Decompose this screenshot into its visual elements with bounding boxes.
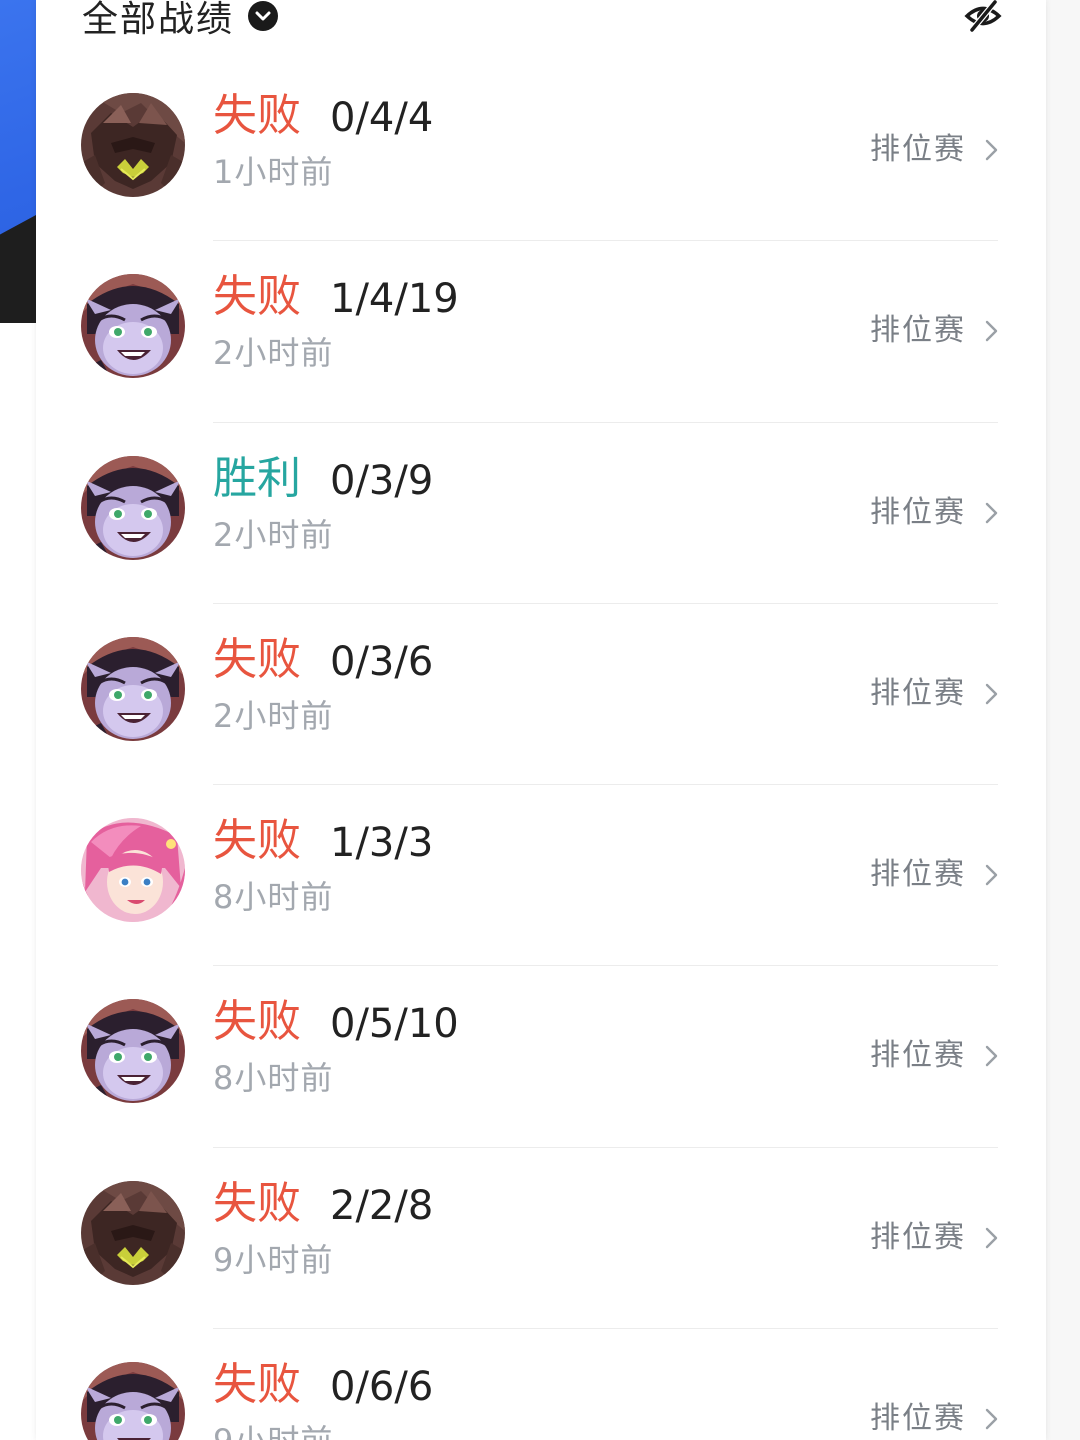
match-mode: 排位赛 [870,675,966,711]
match-row[interactable]: 失败 0/5/10 8小时前 排位赛 [36,966,1046,1148]
left-background [0,0,36,1440]
match-mode: 排位赛 [870,1219,966,1255]
match-kda: 0/3/9 [330,457,434,504]
champion-avatar-dark-helm-icon [81,93,185,197]
champion-avatar-pink-hair-icon [81,818,185,922]
match-kda: 0/6/6 [330,1364,434,1411]
match-time: 9小时前 [213,1240,334,1279]
champion-avatar-purple-yordle-icon [81,1362,185,1440]
champion-avatar-purple-yordle-icon [81,999,185,1103]
match-kda: 0/4/4 [330,95,434,141]
chevron-right-icon[interactable] [984,863,1000,887]
match-time: 9小时前 [213,1419,333,1440]
match-row[interactable]: 失败 1/3/3 8小时前 排位赛 [36,785,1046,967]
chevron-right-icon[interactable] [984,138,1000,162]
match-result: 失败 [213,633,301,685]
champion-avatar-purple-yordle-icon [81,637,185,741]
match-result: 胜利 [213,452,301,504]
match-result: 失败 [213,1177,301,1229]
match-result: 失败 [213,996,301,1048]
match-time: 8小时前 [213,878,334,917]
match-result: 失败 [213,815,301,867]
chevron-right-icon[interactable] [984,1226,1000,1250]
match-result: 失败 [213,271,301,323]
match-mode: 排位赛 [870,857,966,893]
chevron-right-icon[interactable] [984,501,1000,525]
match-kda: 1/4/19 [330,276,459,323]
match-filter-header[interactable]: 全部战绩 [82,0,279,46]
match-mode: 排位赛 [870,132,966,167]
match-result: 失败 [213,1359,301,1411]
match-list: 失败 0/4/4 1小时前 排位赛 失败 1/4/19 2小时前 排位赛 胜利 0/3/9 2小时前… [36,60,1046,1440]
chevron-right-icon[interactable] [984,682,1000,706]
chevron-right-icon[interactable] [984,319,1000,343]
match-result: 失败 [213,90,301,141]
match-kda: 1/3/3 [330,820,434,867]
match-mode: 排位赛 [870,313,966,349]
match-time: 8小时前 [213,1059,334,1098]
match-kda: 0/5/10 [330,1001,459,1048]
eye-off-icon[interactable] [964,0,1002,35]
match-mode: 排位赛 [870,1401,966,1437]
match-mode: 排位赛 [870,1038,966,1074]
match-row[interactable]: 失败 2/2/8 9小时前 排位赛 [36,1148,1046,1330]
champion-avatar-purple-yordle-icon [81,274,185,378]
match-history-card: 全部战绩 失败 0/4/4 1小时前 排位赛 失败 1/4/19 2小时前 排位赛 胜利 0/3/… [36,0,1046,1440]
match-time: 2小时前 [213,515,334,554]
match-time: 1小时前 [213,153,334,191]
champion-avatar-purple-yordle-icon [81,456,185,560]
match-time: 2小时前 [213,334,334,373]
chevron-right-icon[interactable] [984,1407,1000,1431]
match-time: 2小时前 [213,696,334,735]
champion-avatar-dark-helm-icon [81,1181,185,1285]
match-filter-title[interactable]: 全部战绩 [82,0,234,42]
match-kda: 2/2/8 [330,1182,434,1229]
match-row[interactable]: 失败 0/3/6 2小时前 排位赛 [36,604,1046,786]
match-mode: 排位赛 [870,494,966,530]
match-row[interactable]: 失败 0/4/4 1小时前 排位赛 [36,60,1046,242]
match-row[interactable]: 胜利 0/3/9 2小时前 排位赛 [36,423,1046,604]
right-background [1046,0,1080,1440]
match-kda: 0/3/6 [330,638,434,685]
chevron-right-icon[interactable] [984,1044,1000,1068]
match-row[interactable]: 失败 1/4/19 2小时前 排位赛 [36,241,1046,423]
chevron-down-circle-icon[interactable] [248,1,279,31]
match-row[interactable]: 失败 0/6/6 9小时前 排位赛 [36,1329,1046,1440]
